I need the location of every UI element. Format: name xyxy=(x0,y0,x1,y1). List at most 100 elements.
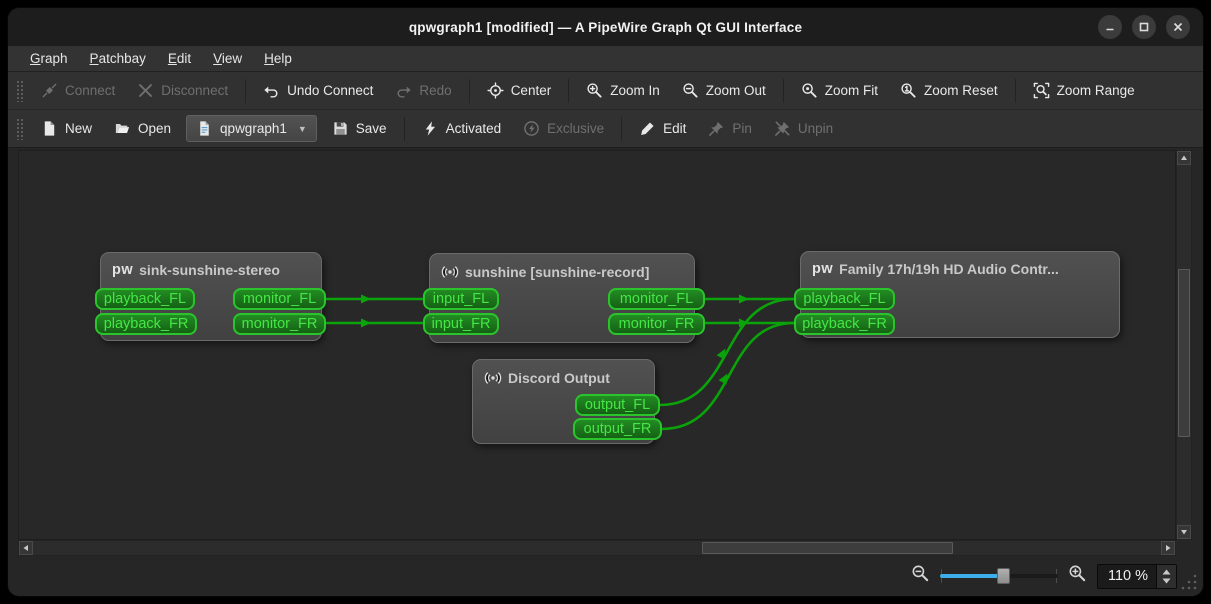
menu-view[interactable]: View xyxy=(203,49,252,68)
scroll-down-button[interactable] xyxy=(1177,525,1191,539)
arrow-down-icon xyxy=(1180,528,1188,536)
maximize-button[interactable] xyxy=(1132,15,1156,39)
vertical-scroll-thumb[interactable] xyxy=(1178,269,1190,437)
toolbar-label-pin: Pin xyxy=(732,121,752,136)
menu-edit[interactable]: Edit xyxy=(158,49,201,68)
toolbar-label-patchbay-select: qpwgraph1 xyxy=(220,121,287,136)
zoom-out-icon xyxy=(682,82,699,99)
horizontal-scroll-thumb[interactable] xyxy=(702,542,953,554)
toolbar-button-disconnect[interactable]: Disconnect xyxy=(128,77,237,105)
zoom-in-icon xyxy=(586,82,603,99)
slider-handle[interactable] xyxy=(997,568,1010,584)
spinbox-arrows[interactable] xyxy=(1156,565,1176,588)
zoom-percent-value: 110 % xyxy=(1098,565,1156,588)
central-area: pwsink-sunshine-stereosunshine [sunshine… xyxy=(8,148,1203,556)
toolbar-button-zoom-in[interactable]: Zoom In xyxy=(577,77,669,105)
connection-discord.output_FR-to-family.playback_FR[interactable] xyxy=(662,323,794,429)
toolbar-label-zoom-reset: Zoom Reset xyxy=(924,83,998,98)
toolbar-separator xyxy=(469,79,470,103)
menu-graph[interactable]: Graph xyxy=(20,49,78,68)
toolbar-drag-handle[interactable] xyxy=(16,80,23,102)
toolbar-graph-tools: ConnectDisconnect Undo Connect Redo Center Z… xyxy=(8,72,1203,110)
port-sunshine-input_FL[interactable]: input_FL xyxy=(423,288,499,310)
spin-up-icon xyxy=(1162,569,1171,575)
toolbar-button-unpin[interactable]: Unpin xyxy=(765,115,842,143)
port-sink-monitor_FL[interactable]: monitor_FL xyxy=(233,288,326,310)
toolbar-button-open[interactable]: Open xyxy=(105,115,180,143)
toolbar-label-redo: Redo xyxy=(419,83,451,98)
toolbar-label-unpin: Unpin xyxy=(798,121,833,136)
toolbar-separator xyxy=(1015,79,1016,103)
toolbar-label-center: Center xyxy=(511,83,552,98)
toolbar-button-activated[interactable]: Activated xyxy=(413,115,511,143)
wire-arrow-icon xyxy=(361,295,371,304)
port-sunshine-input_FR[interactable]: input_FR xyxy=(423,313,499,335)
port-sink-playback_FL[interactable]: playback_FL xyxy=(95,288,195,310)
toolbar-button-pin[interactable]: Pin xyxy=(699,115,761,143)
center-icon xyxy=(487,82,504,99)
port-sunshine-monitor_FR[interactable]: monitor_FR xyxy=(608,313,705,335)
port-discord-output_FR[interactable]: output_FR xyxy=(573,418,662,440)
port-sink-playback_FR[interactable]: playback_FR xyxy=(95,313,197,335)
slider-fill xyxy=(940,574,1004,578)
toolbar-button-zoom-range[interactable]: Zoom Range xyxy=(1024,77,1144,105)
toolbar-separator xyxy=(404,117,405,141)
toolbar-label-edit: Edit xyxy=(663,121,686,136)
arrow-left-icon xyxy=(22,544,30,552)
resize-grip[interactable] xyxy=(1180,573,1198,591)
scroll-right-button[interactable] xyxy=(1161,541,1175,555)
toolbar-button-connect[interactable]: Connect xyxy=(32,77,124,105)
menu-help[interactable]: Help xyxy=(254,49,302,68)
zoom-fit-icon xyxy=(801,82,818,99)
disconnect-icon xyxy=(137,82,154,99)
toolbar-separator xyxy=(621,117,622,141)
qpwgraph-window: qpwgraph1 [modified] — A PipeWire Graph … xyxy=(8,8,1203,596)
toolbar-label-activated: Activated xyxy=(446,121,502,136)
save-icon xyxy=(332,120,349,137)
titlebar[interactable]: qpwgraph1 [modified] — A PipeWire Graph … xyxy=(8,8,1203,46)
toolbar-button-undo-connect[interactable]: Undo Connect xyxy=(254,77,382,105)
vertical-scrollbar[interactable] xyxy=(1176,150,1192,540)
port-sink-monitor_FR[interactable]: monitor_FR xyxy=(233,313,326,335)
activated-icon xyxy=(422,120,439,137)
toolbar-drag-handle[interactable] xyxy=(16,118,23,140)
unpin-icon xyxy=(774,120,791,137)
port-family-playback_FL[interactable]: playback_FL xyxy=(794,288,895,310)
minimize-button[interactable] xyxy=(1098,15,1122,39)
port-discord-output_FL[interactable]: output_FL xyxy=(575,394,660,416)
combo-patchbay-select[interactable]: qpwgraph1▼ xyxy=(186,115,317,142)
connection-wires xyxy=(19,151,1176,540)
arrow-right-icon xyxy=(1164,544,1172,552)
toolbar-button-save[interactable]: Save xyxy=(323,115,396,143)
toolbar-button-zoom-reset[interactable]: Zoom Reset xyxy=(891,77,1007,105)
close-button[interactable] xyxy=(1166,15,1190,39)
menu-patchbay[interactable]: Patchbay xyxy=(80,49,156,68)
window-title: qpwgraph1 [modified] — A PipeWire Graph … xyxy=(409,20,802,35)
toolbar-button-exclusive[interactable]: Exclusive xyxy=(514,115,613,143)
wire-arrow-icon xyxy=(739,295,749,304)
horizontal-scrollbar[interactable] xyxy=(18,540,1176,556)
patchbay-canvas[interactable]: pwsink-sunshine-stereosunshine [sunshine… xyxy=(18,150,1176,540)
toolbar-label-exclusive: Exclusive xyxy=(547,121,604,136)
zoom-slider[interactable] xyxy=(940,566,1058,586)
toolbar-label-new: New xyxy=(65,121,92,136)
zoom-percent-spinbox[interactable]: 110 % xyxy=(1097,564,1177,589)
toolbar-button-redo[interactable]: Redo xyxy=(386,77,460,105)
zoom-in-slider-icon[interactable] xyxy=(1068,564,1087,588)
port-sunshine-monitor_FL[interactable]: monitor_FL xyxy=(608,288,705,310)
wire-arrow-icon xyxy=(361,319,371,328)
toolbar-button-center[interactable]: Center xyxy=(478,77,561,105)
scroll-left-button[interactable] xyxy=(19,541,33,555)
pin-icon xyxy=(708,120,725,137)
toolbar-button-edit[interactable]: Edit xyxy=(630,115,695,143)
edit-icon xyxy=(639,120,656,137)
toolbar-button-zoom-out[interactable]: Zoom Out xyxy=(673,77,775,105)
toolbar-button-zoom-fit[interactable]: Zoom Fit xyxy=(792,77,887,105)
toolbar-button-new[interactable]: New xyxy=(32,115,101,143)
scroll-up-button[interactable] xyxy=(1177,151,1191,165)
statusbar: 110 % xyxy=(8,556,1203,596)
close-icon xyxy=(1172,21,1184,33)
minimize-icon xyxy=(1104,21,1116,33)
zoom-out-slider-icon[interactable] xyxy=(911,564,930,588)
port-family-playback_FR[interactable]: playback_FR xyxy=(794,313,895,335)
